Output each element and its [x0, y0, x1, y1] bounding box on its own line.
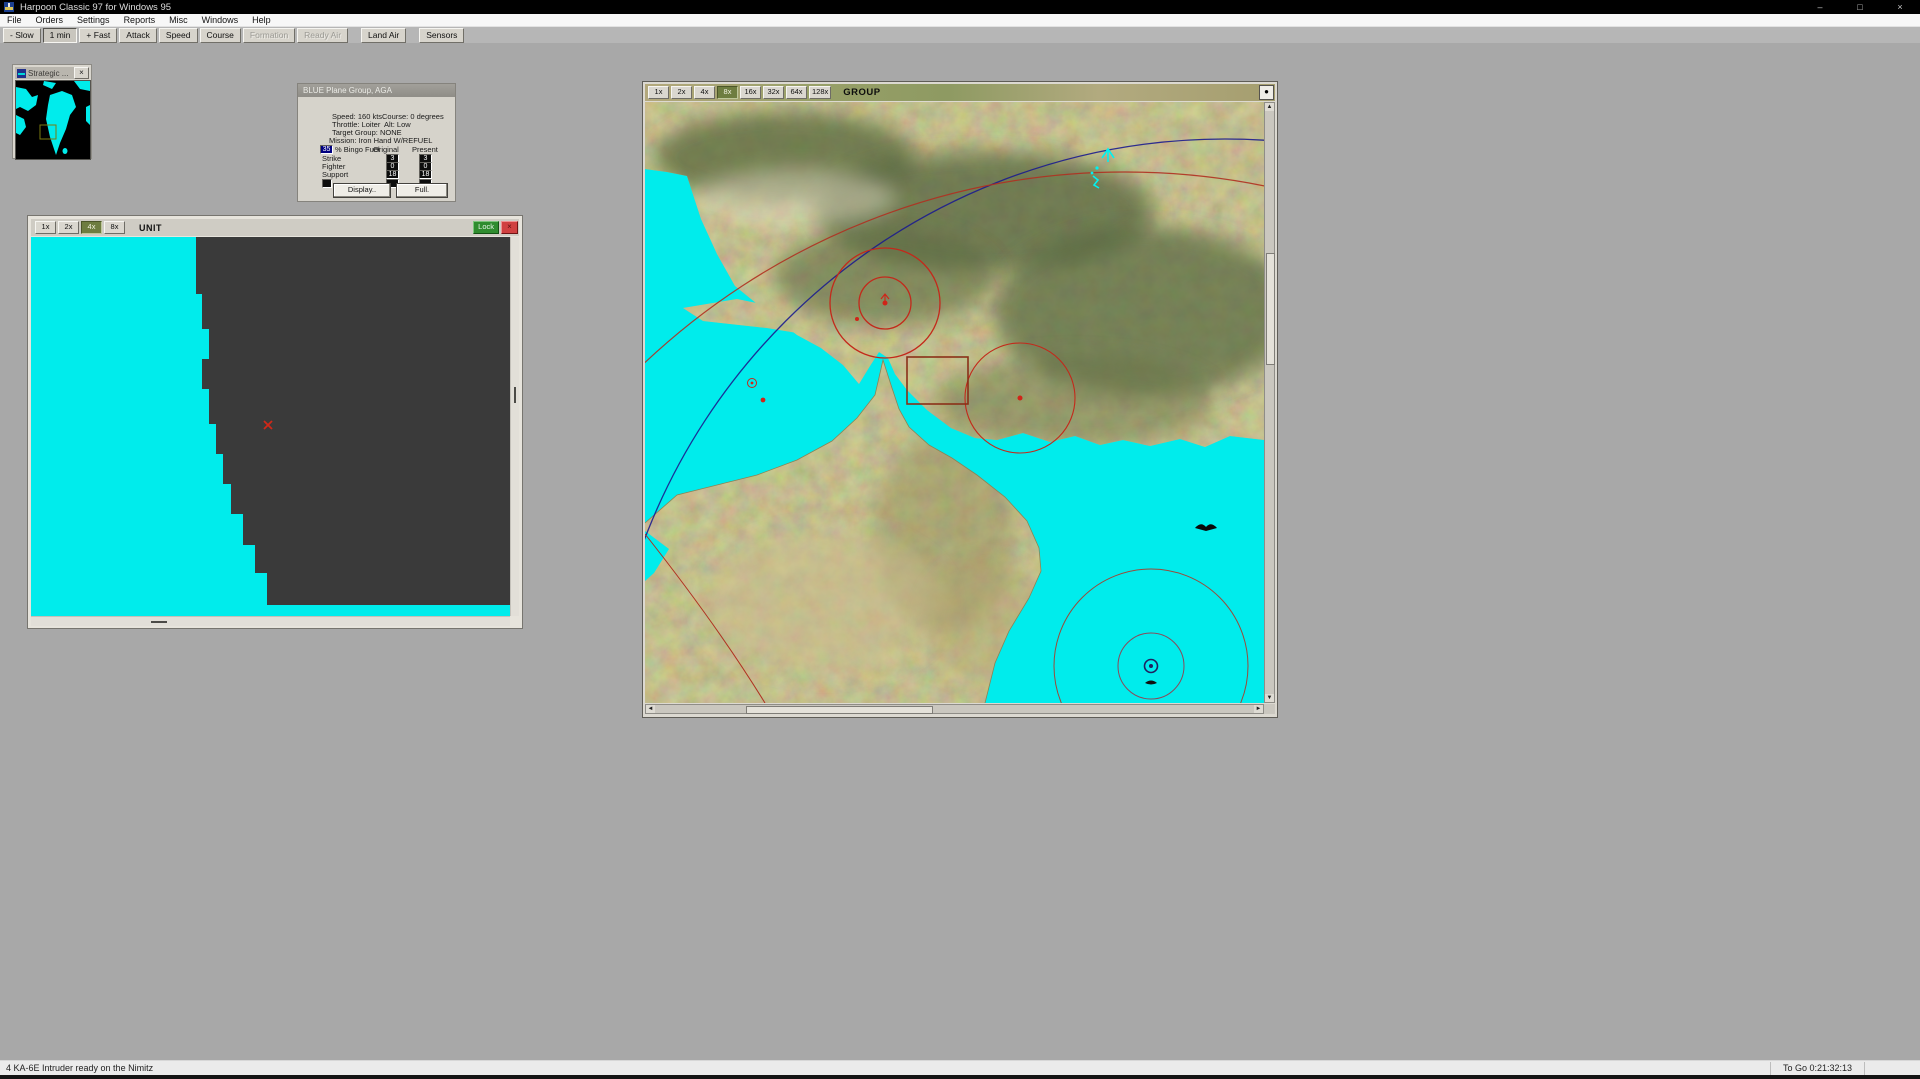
- group-titlebar[interactable]: 1x 2x 4x 8x 16x 32x 64x 128x GROUP ●: [645, 84, 1275, 101]
- scroll-up-icon[interactable]: ▲: [1265, 103, 1274, 111]
- menu-misc[interactable]: Misc: [162, 15, 195, 25]
- unit-zoom-8x[interactable]: 8x: [104, 221, 125, 234]
- app-title: Harpoon Classic 97 for Windows 95: [20, 2, 171, 13]
- time-step-button[interactable]: 1 min: [43, 28, 78, 43]
- speed-button[interactable]: Speed: [159, 28, 198, 43]
- unit-zoom-1x[interactable]: 1x: [35, 221, 56, 234]
- unit-map-body: [31, 237, 519, 626]
- group-window: 1x 2x 4x 8x 16x 32x 64x 128x GROUP ●: [642, 81, 1278, 718]
- menu-reports[interactable]: Reports: [117, 15, 163, 25]
- strategic-close-icon[interactable]: ×: [74, 67, 89, 79]
- unit-window: 1x 2x 4x 8x UNIT Lock ×: [27, 215, 523, 629]
- bingo-fuel-input[interactable]: 35: [320, 145, 333, 154]
- attack-button[interactable]: Attack: [119, 28, 157, 43]
- menu-settings[interactable]: Settings: [70, 15, 117, 25]
- ready-air-button[interactable]: Ready Air: [297, 28, 348, 43]
- column-present: Present: [412, 146, 438, 154]
- group-menu-circle-icon[interactable]: ●: [1259, 85, 1274, 100]
- unit-window-title: UNIT: [139, 223, 162, 233]
- unit-close-icon[interactable]: ×: [501, 221, 518, 234]
- full-button[interactable]: Full.: [396, 183, 448, 198]
- slow-button[interactable]: - Slow: [3, 28, 41, 43]
- group-map-body: ▲ ▼ ◄ ►: [645, 102, 1275, 714]
- group-window-title: GROUP: [843, 87, 880, 98]
- fast-button[interactable]: + Fast: [79, 28, 117, 43]
- land-air-button[interactable]: Land Air: [361, 28, 406, 43]
- close-icon[interactable]: ×: [1880, 0, 1920, 14]
- unit-map[interactable]: [31, 237, 510, 616]
- group-zoom-8x[interactable]: 8x: [717, 86, 738, 99]
- minimize-icon[interactable]: –: [1800, 0, 1840, 14]
- plane-group-dialog: BLUE Plane Group, AGA Speed: 160 kts Cou…: [297, 83, 456, 202]
- time-remaining: To Go 0:21:32:13: [1770, 1062, 1865, 1075]
- group-zoom-128x[interactable]: 128x: [809, 86, 831, 99]
- app-icon: [4, 2, 14, 12]
- menu-bar: File Orders Settings Reports Misc Window…: [0, 14, 1920, 27]
- support-present-field[interactable]: 18: [419, 170, 432, 179]
- group-zoom-4x[interactable]: 4x: [694, 86, 715, 99]
- scroll-left-icon[interactable]: ◄: [646, 705, 655, 713]
- column-original: Original: [373, 146, 399, 154]
- unit-zoom-2x[interactable]: 2x: [58, 221, 79, 234]
- taskbar-edge: [0, 1075, 1920, 1079]
- menu-help[interactable]: Help: [245, 15, 278, 25]
- strategic-title: Strategic ...: [28, 69, 68, 78]
- strategic-titlebar[interactable]: Strategic ... ×: [15, 67, 89, 79]
- unit-hscroll-thumb[interactable]: [151, 621, 167, 623]
- lock-button[interactable]: Lock: [473, 221, 499, 234]
- strategic-window: Strategic ... ×: [12, 64, 92, 159]
- menu-file[interactable]: File: [0, 15, 29, 25]
- group-horizontal-scrollbar[interactable]: ◄ ►: [645, 704, 1264, 714]
- group-zoom-32x[interactable]: 32x: [763, 86, 784, 99]
- covered-row-fragment: [322, 179, 332, 188]
- unit-titlebar[interactable]: 1x 2x 4x 8x UNIT Lock ×: [31, 219, 519, 236]
- app-titlebar[interactable]: Harpoon Classic 97 for Windows 95 – □ ×: [0, 0, 1920, 14]
- status-bar: 4 KA-6E Intruder ready on the Nimitz To …: [0, 1060, 1920, 1075]
- group-zoom-64x[interactable]: 64x: [786, 86, 807, 99]
- course-button[interactable]: Course: [200, 28, 241, 43]
- unit-horizontal-scrollbar[interactable]: [31, 616, 510, 626]
- strategic-window-icon: [17, 69, 26, 78]
- row-label: Support: [322, 171, 348, 179]
- scroll-down-icon[interactable]: ▼: [1265, 694, 1274, 702]
- group-vscroll-thumb[interactable]: [1266, 253, 1275, 365]
- sensors-button[interactable]: Sensors: [419, 28, 464, 43]
- toolbar: - Slow 1 min + Fast Attack Speed Course …: [0, 27, 1920, 43]
- menu-windows[interactable]: Windows: [195, 15, 246, 25]
- group-vertical-scrollbar[interactable]: ▲ ▼: [1264, 102, 1275, 703]
- unit-vertical-scrollbar[interactable]: [510, 237, 519, 616]
- formation-button[interactable]: Formation: [243, 28, 295, 43]
- stat-mission: Mission: Iron Hand W/REFUEL: [329, 137, 432, 145]
- group-zoom-2x[interactable]: 2x: [671, 86, 692, 99]
- group-zoom-1x[interactable]: 1x: [648, 86, 669, 99]
- group-zoom-16x[interactable]: 16x: [740, 86, 761, 99]
- support-original-field[interactable]: 18: [386, 170, 399, 179]
- unit-vscroll-thumb[interactable]: [514, 387, 516, 403]
- dialog-titlebar[interactable]: BLUE Plane Group, AGA: [298, 84, 455, 97]
- menu-orders[interactable]: Orders: [29, 15, 71, 25]
- unit-zoom-4x[interactable]: 4x: [81, 221, 102, 234]
- scrollbar-corner: [1264, 704, 1275, 714]
- status-message: 4 KA-6E Intruder ready on the Nimitz: [0, 1063, 1770, 1073]
- strategic-map[interactable]: [15, 80, 91, 160]
- desktop: Harpoon Classic 97 for Windows 95 – □ × …: [0, 0, 1920, 1079]
- group-hscroll-thumb[interactable]: [746, 706, 933, 714]
- scroll-right-icon[interactable]: ►: [1254, 705, 1263, 713]
- maximize-icon[interactable]: □: [1840, 0, 1880, 14]
- display-button[interactable]: Display..: [333, 183, 391, 198]
- group-map[interactable]: [645, 102, 1264, 703]
